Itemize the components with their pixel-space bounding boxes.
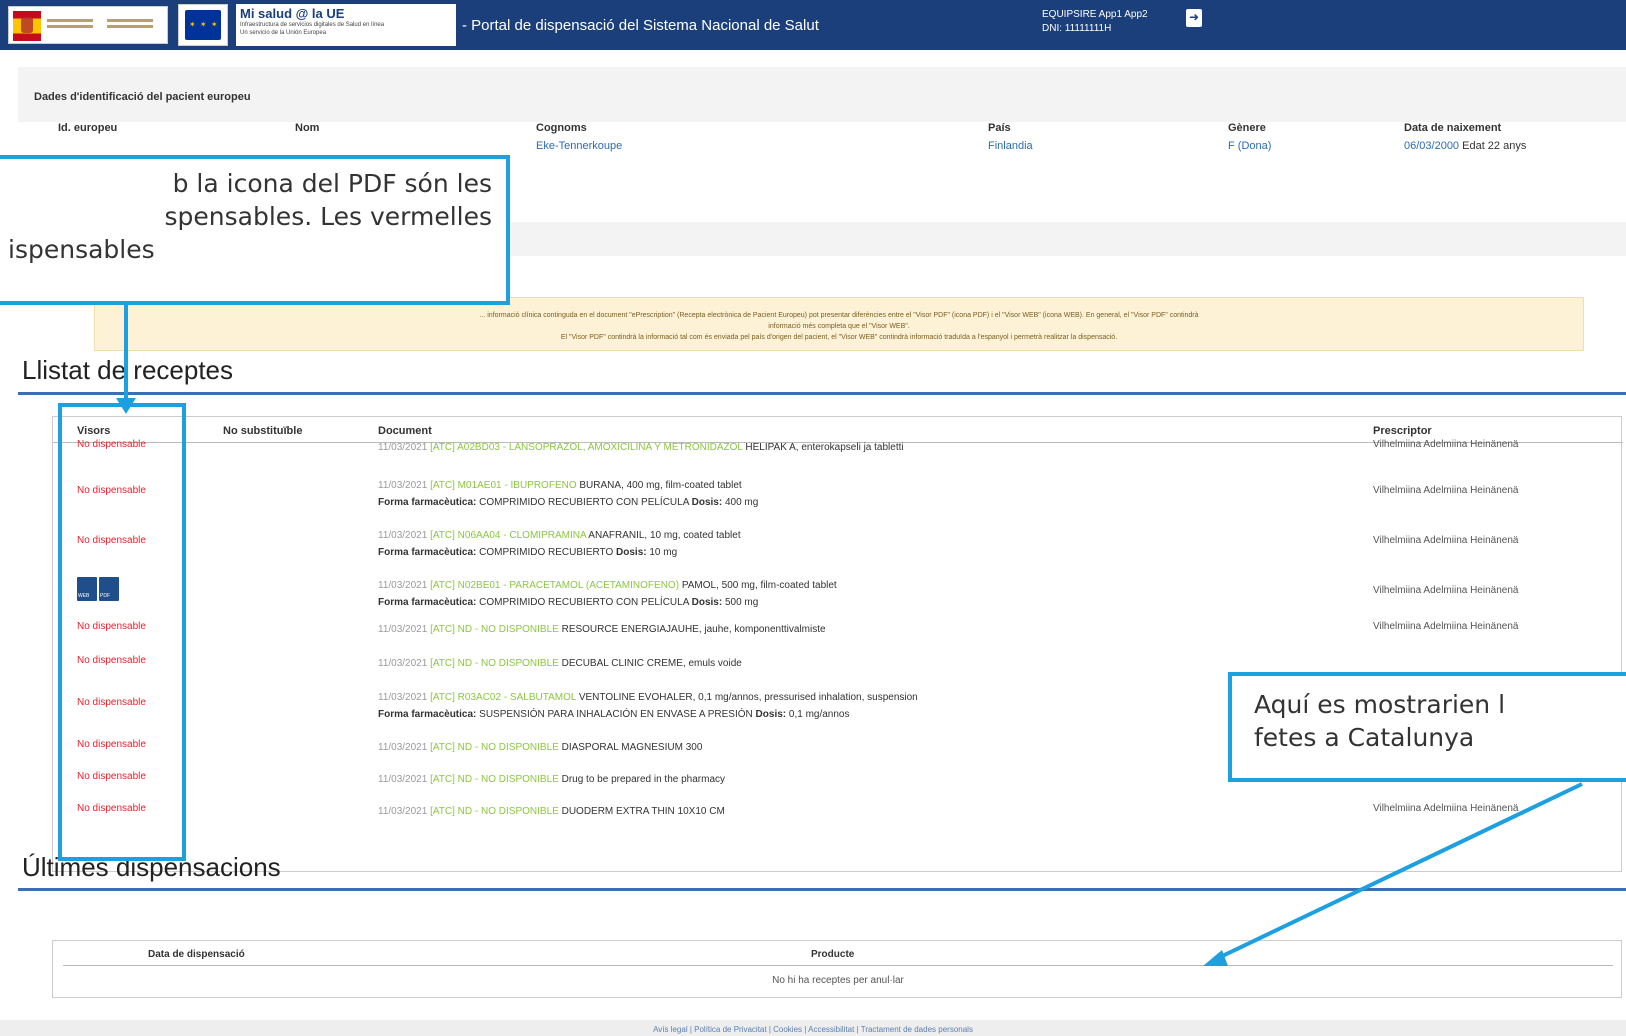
callout-left: b la icona del PDF són les spensables. L… xyxy=(0,155,510,305)
callout-right: Aquí es mostrarien l fetes a Catalunya xyxy=(1228,672,1626,782)
callout-text: ispensables xyxy=(8,235,155,264)
callout-text: b la icona del PDF són les xyxy=(172,169,492,198)
callout-text: spensables. Les vermelles xyxy=(164,202,492,231)
callout-text: fetes a Catalunya xyxy=(1254,723,1475,752)
arrow-left-head xyxy=(116,398,136,414)
arrow-right-line xyxy=(1213,782,1583,962)
arrow-right-head xyxy=(1203,950,1228,966)
callout-text: Aquí es mostrarien l xyxy=(1254,690,1506,719)
